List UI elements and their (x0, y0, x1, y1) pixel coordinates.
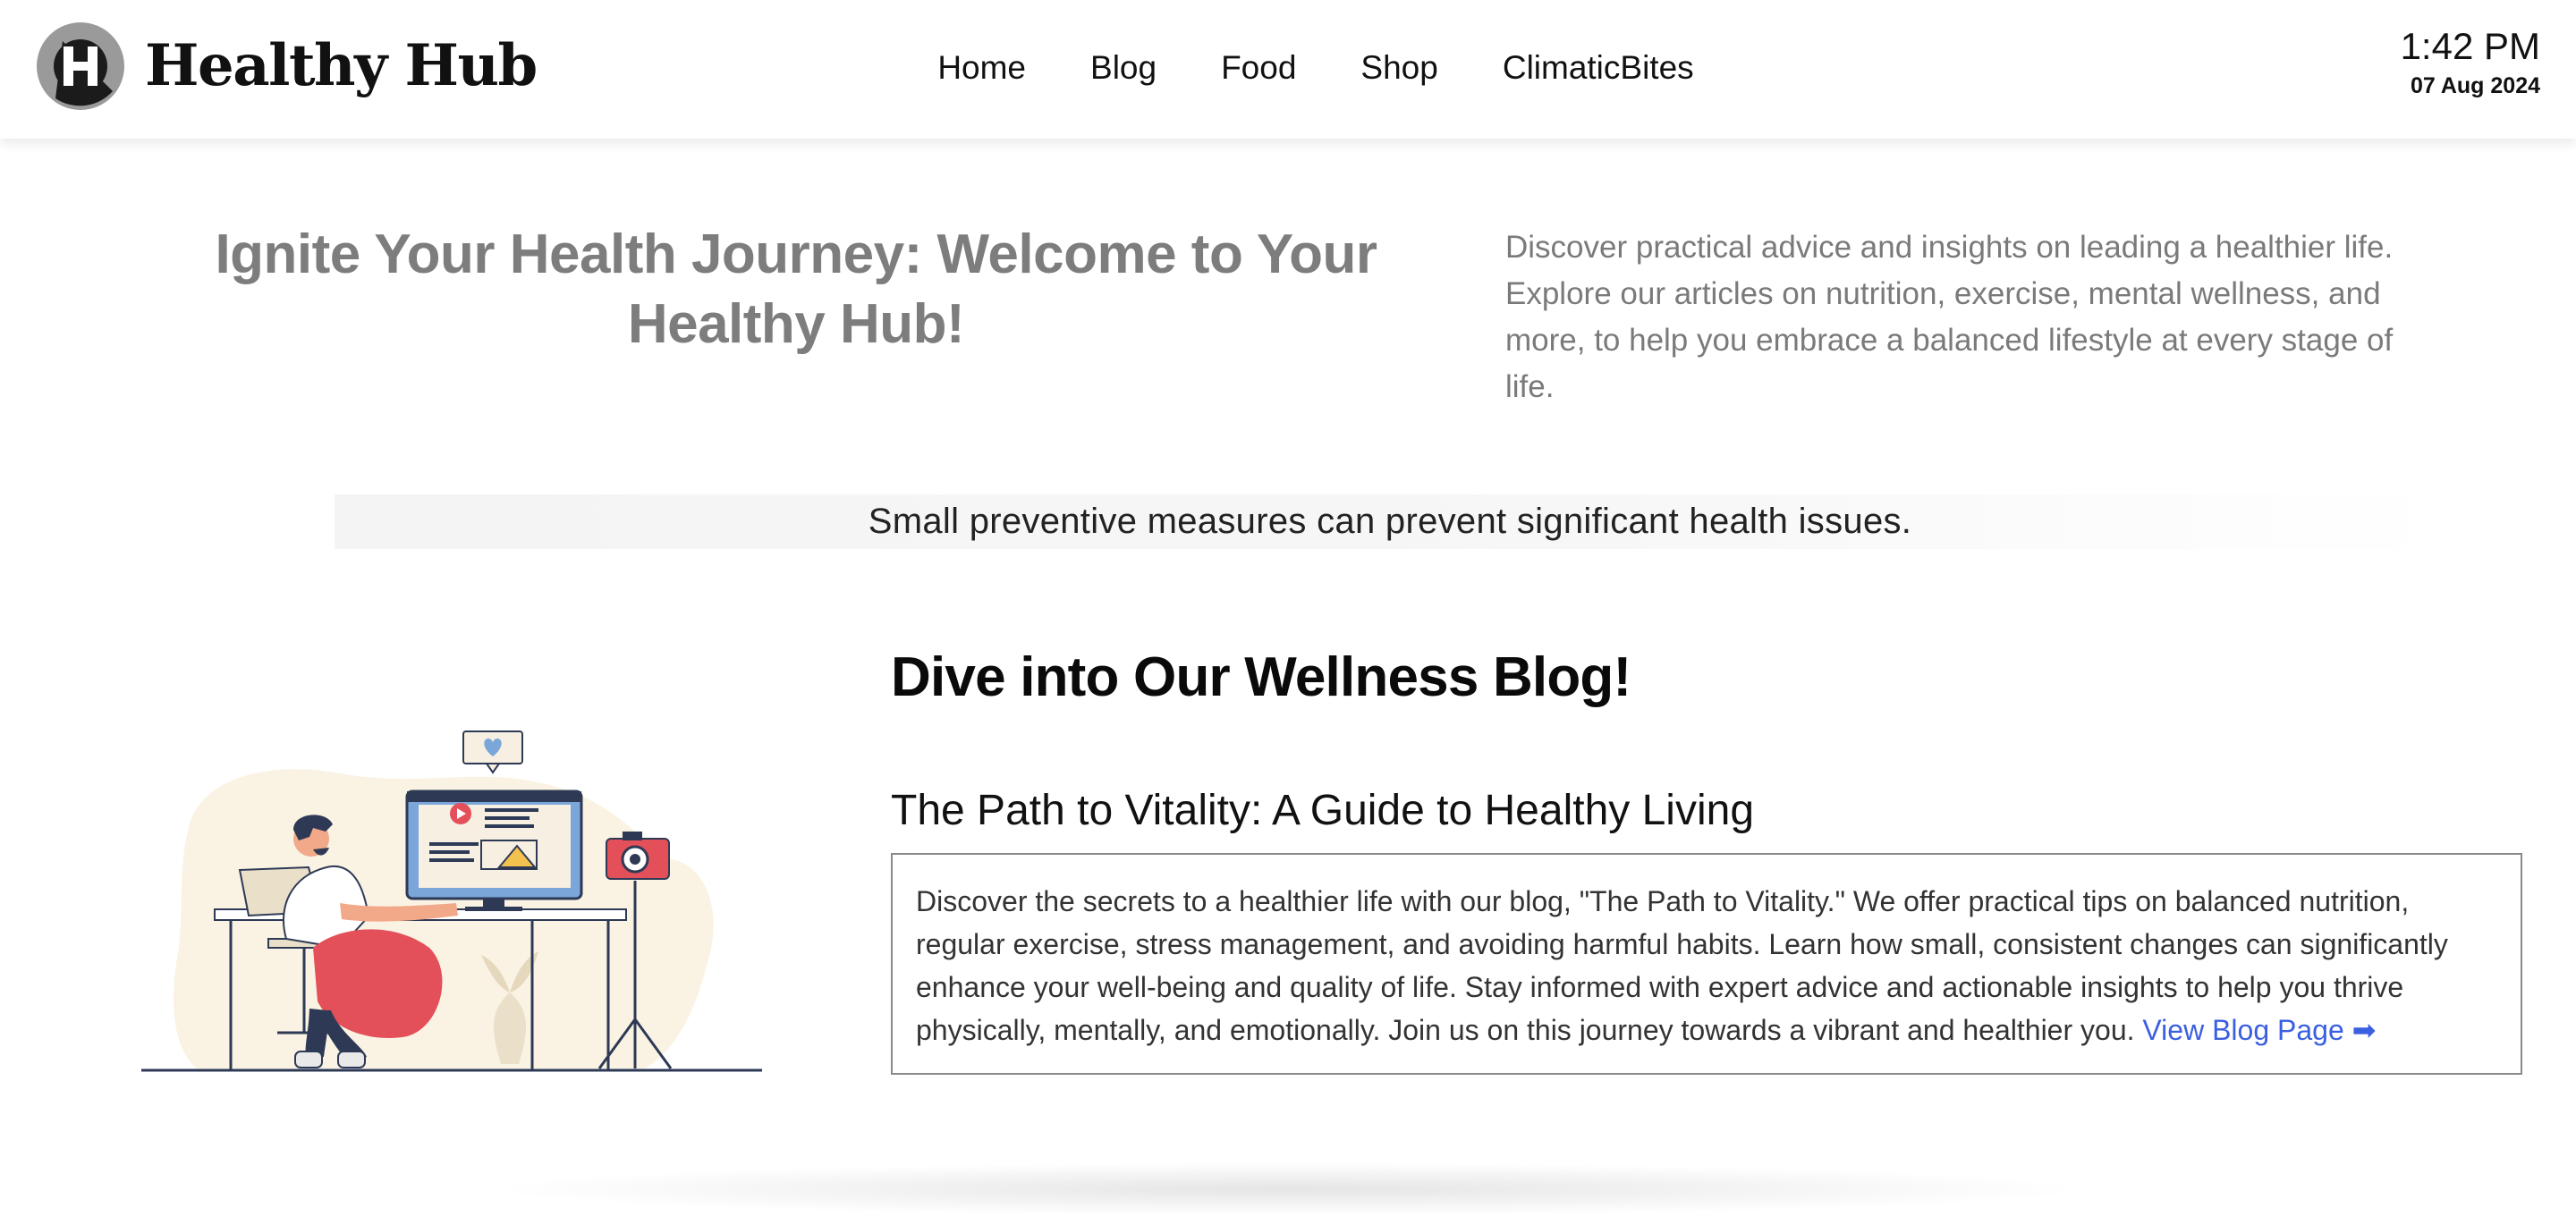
nav-home[interactable]: Home (937, 43, 1026, 93)
next-section-shadow (483, 1162, 2093, 1216)
blog-section-heading: Dive into Our Wellness Blog! (891, 646, 1631, 708)
featured-post-card: Discover the secrets to a healthier life… (891, 853, 2522, 1075)
clock-widget: 1:42 PM 07 Aug 2024 (2401, 23, 2540, 102)
health-tip-text: Small preventive measures can prevent si… (868, 502, 1912, 541)
clock-time: 1:42 PM (2400, 25, 2540, 67)
nav-food[interactable]: Food (1221, 43, 1296, 93)
hero-title: Ignite Your Health Journey: Welcome to Y… (215, 224, 1377, 355)
site-header: Healthy Hub Home Blog Food Shop Climatic… (0, 0, 2576, 139)
nav-shop[interactable]: Shop (1360, 43, 1437, 93)
main-nav: Home Blog Food Shop ClimaticBites (0, 43, 2576, 93)
person-at-computer-illustration (141, 730, 762, 1072)
nav-climaticbites[interactable]: ClimaticBites (1503, 43, 1694, 93)
view-blog-link[interactable]: View Blog Page ➡ (2142, 1014, 2376, 1046)
featured-post-body: Discover the secrets to a healthier life… (916, 880, 2497, 1051)
hero-description: Discover practical advice and insights o… (1505, 230, 2394, 404)
nav-blog[interactable]: Blog (1090, 43, 1157, 93)
health-tip-banner: Small preventive measures can prevent si… (335, 494, 2445, 549)
clock-date: 07 Aug 2024 (2411, 73, 2540, 98)
featured-post-title: The Path to Vitality: A Guide to Healthy… (891, 787, 1755, 834)
